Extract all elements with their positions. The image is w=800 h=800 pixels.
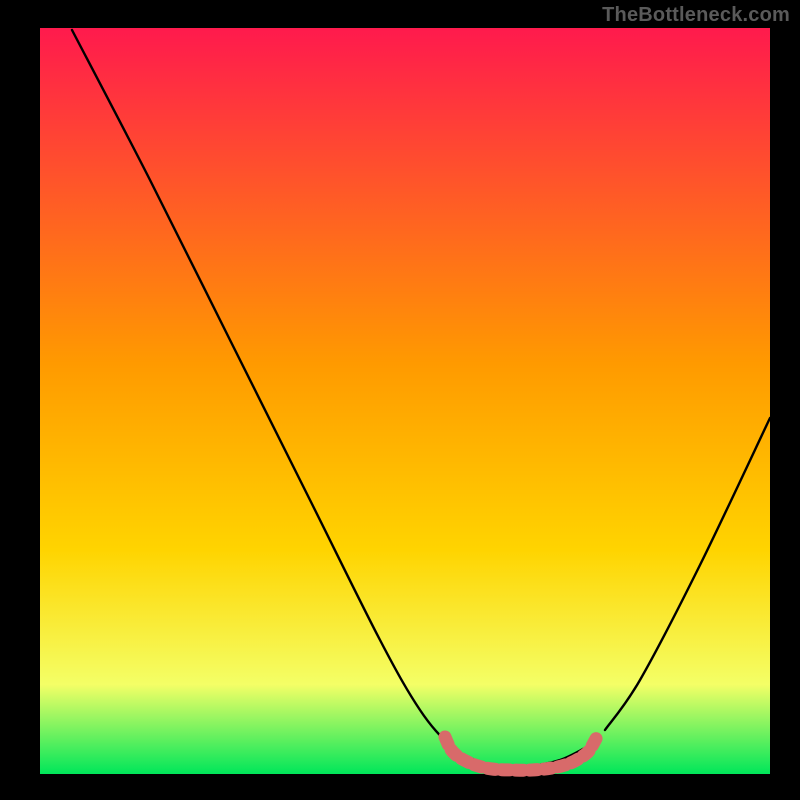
chart-frame: TheBottleneck.com — [0, 0, 800, 800]
plot-background — [40, 28, 770, 774]
bottleneck-chart — [0, 0, 800, 800]
watermark-text: TheBottleneck.com — [602, 4, 790, 27]
